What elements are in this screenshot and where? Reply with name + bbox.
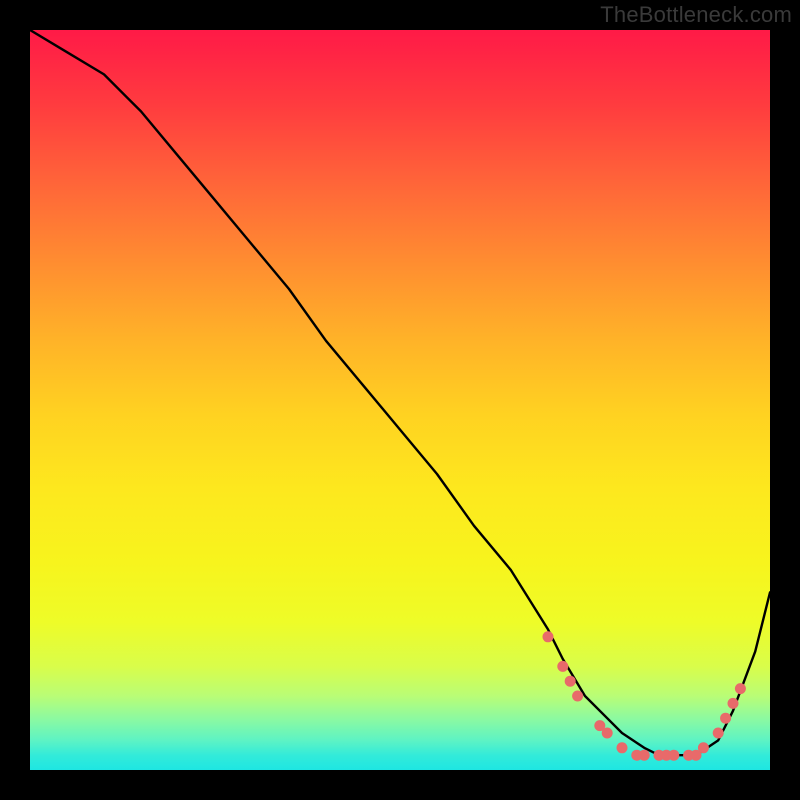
curve-layer bbox=[30, 30, 770, 770]
plot-area bbox=[30, 30, 770, 770]
chart-frame: TheBottleneck.com bbox=[0, 0, 800, 800]
curve-marker bbox=[602, 728, 613, 739]
curve-marker bbox=[735, 683, 746, 694]
curve-marker bbox=[543, 631, 554, 642]
curve-marker bbox=[720, 713, 731, 724]
curve-marker bbox=[713, 728, 724, 739]
curve-marker bbox=[728, 698, 739, 709]
curve-marker bbox=[639, 750, 650, 761]
curve-marker bbox=[617, 742, 628, 753]
curve-marker bbox=[698, 742, 709, 753]
curve-marker bbox=[557, 661, 568, 672]
curve-marker bbox=[572, 691, 583, 702]
bottleneck-curve bbox=[30, 30, 770, 755]
curve-marker bbox=[668, 750, 679, 761]
watermark-label: TheBottleneck.com bbox=[600, 2, 792, 28]
curve-marker bbox=[565, 676, 576, 687]
